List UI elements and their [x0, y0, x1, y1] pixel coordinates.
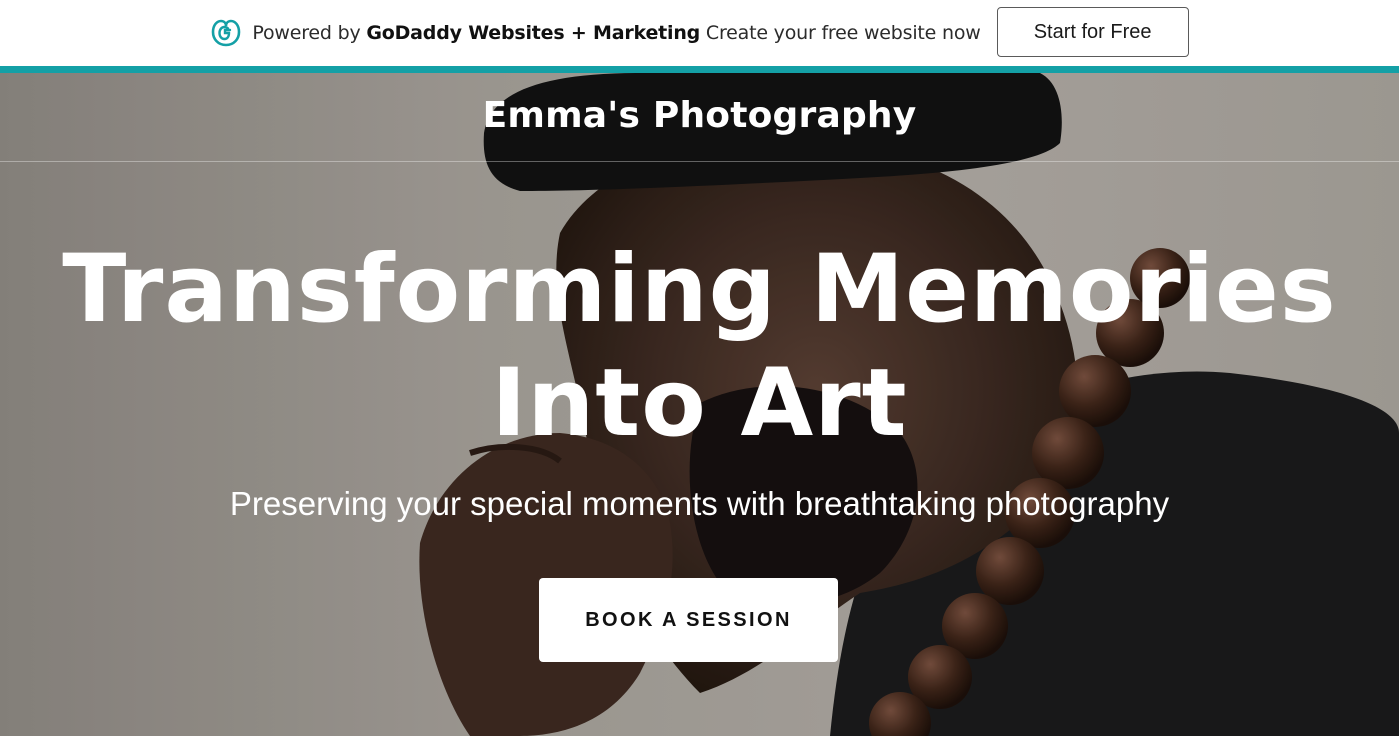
promo-content: Powered by GoDaddy Websites + Marketing …: [210, 0, 1189, 66]
godaddy-logo-icon[interactable]: [210, 18, 242, 48]
promo-accent-divider: [0, 66, 1399, 73]
book-a-session-button[interactable]: BOOK A SESSION: [539, 578, 838, 662]
hero-subheadline: Preserving your special moments with bre…: [229, 485, 1170, 522]
start-for-free-button[interactable]: Start for Free: [996, 7, 1189, 57]
site-header: Emma's Photography: [0, 73, 1399, 162]
site-title[interactable]: Emma's Photography: [483, 95, 917, 136]
promo-text: Powered by GoDaddy Websites + Marketing …: [252, 22, 980, 44]
hero-section: Emma's Photography Transforming Memories…: [0, 73, 1399, 736]
hero-headline: Transforming Memories Into Art: [0, 233, 1399, 461]
hero-headline-line-2: Into Art: [491, 349, 908, 458]
hero-headline-line-1: Transforming Memories: [62, 235, 1337, 344]
promo-prefix: Powered by: [252, 22, 361, 44]
promo-banner: Powered by GoDaddy Websites + Marketing …: [0, 0, 1399, 66]
promo-suffix: Create your free website now: [705, 22, 981, 44]
promo-brand[interactable]: GoDaddy Websites + Marketing: [366, 22, 700, 44]
